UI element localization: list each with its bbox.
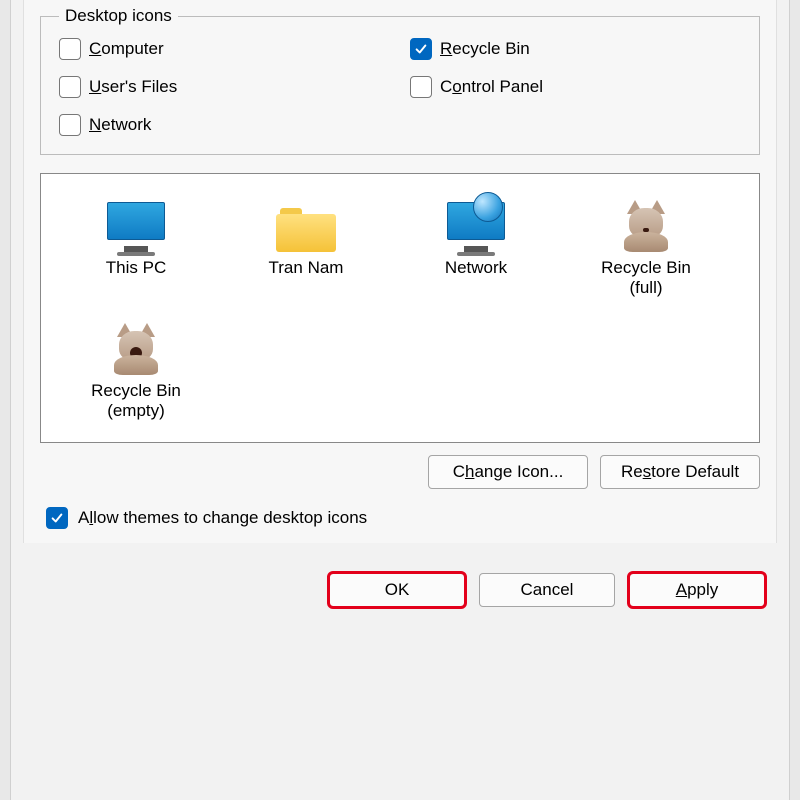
network-icon xyxy=(440,192,512,252)
checkbox-control-panel[interactable]: Control Panel xyxy=(410,76,741,98)
icon-label: This PC xyxy=(55,258,217,278)
cat-icon xyxy=(610,192,682,252)
restore-default-button[interactable]: Restore Default xyxy=(600,455,760,489)
change-icon-button[interactable]: Change Icon... xyxy=(428,455,588,489)
checkbox-allow-themes[interactable]: Allow themes to change desktop icons xyxy=(46,507,754,529)
icon-item-this-pc[interactable]: This PC xyxy=(51,186,221,309)
icon-item-network[interactable]: Network xyxy=(391,186,561,309)
icon-label: Recycle Bin (empty) xyxy=(55,381,217,422)
desktop-icons-group: Desktop icons Computer Recycle Bin xyxy=(40,6,760,155)
checkbox-label: Allow themes to change desktop icons xyxy=(78,508,367,528)
icon-preview-panel: This PC Tran Nam Network xyxy=(40,173,760,443)
checkbox-label: Computer xyxy=(89,39,164,59)
icon-label: Network xyxy=(395,258,557,278)
checkbox-box xyxy=(410,38,432,60)
ok-button[interactable]: OK xyxy=(329,573,465,607)
icon-item-recycle-bin-full[interactable]: Recycle Bin (full) xyxy=(561,186,731,309)
checkbox-network[interactable]: Network xyxy=(59,114,390,136)
group-legend: Desktop icons xyxy=(59,6,178,26)
icon-label: Recycle Bin (full) xyxy=(565,258,727,299)
checkbox-box xyxy=(59,38,81,60)
checkbox-box xyxy=(59,114,81,136)
checkbox-recycle-bin[interactable]: Recycle Bin xyxy=(410,38,741,60)
monitor-icon xyxy=(100,192,172,252)
folder-icon xyxy=(270,192,342,252)
dialog-button-row: OK Cancel Apply xyxy=(11,543,789,607)
checkbox-label: User's Files xyxy=(89,77,177,97)
checkbox-label: Network xyxy=(89,115,151,135)
checkbox-box xyxy=(46,507,68,529)
icon-item-user-folder[interactable]: Tran Nam xyxy=(221,186,391,309)
cat-open-icon xyxy=(100,315,172,375)
checkbox-label: Control Panel xyxy=(440,77,543,97)
icon-item-recycle-bin-empty[interactable]: Recycle Bin (empty) xyxy=(51,309,221,432)
cancel-button[interactable]: Cancel xyxy=(479,573,615,607)
apply-button[interactable]: Apply xyxy=(629,573,765,607)
checkbox-users-files[interactable]: User's Files xyxy=(59,76,390,98)
icon-label: Tran Nam xyxy=(225,258,387,278)
checkbox-label: Recycle Bin xyxy=(440,39,530,59)
checkbox-box xyxy=(59,76,81,98)
checkbox-box xyxy=(410,76,432,98)
checkbox-computer[interactable]: Computer xyxy=(59,38,390,60)
